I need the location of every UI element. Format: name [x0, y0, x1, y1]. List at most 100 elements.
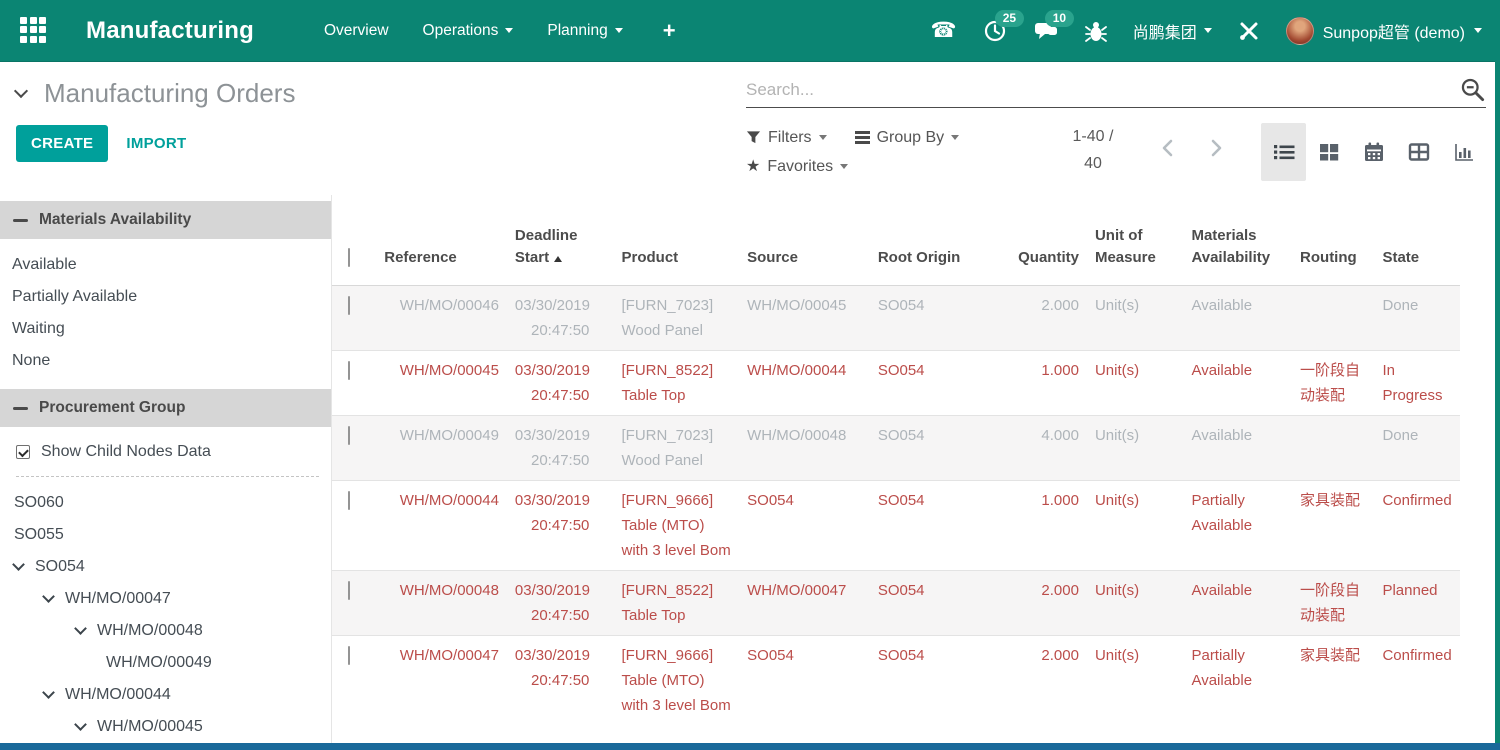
graph-view-button[interactable] — [1441, 123, 1486, 181]
cell-root-origin[interactable]: SO054 — [870, 351, 1001, 416]
user-menu[interactable]: Sunpop超管 (demo) — [1286, 17, 1482, 45]
cell-reference[interactable]: WH/MO/00047 — [376, 636, 507, 726]
table-row[interactable]: WH/MO/00045 03/30/201920:47:50 [FURN_852… — [332, 351, 1460, 416]
list-view-button[interactable] — [1261, 123, 1306, 181]
cell-product[interactable]: [FURN_7023] Wood Panel — [613, 416, 739, 481]
cell-availability[interactable]: Available — [1183, 351, 1292, 416]
cell-deadline[interactable]: 03/30/201920:47:50 — [507, 351, 614, 416]
tree-item-so054[interactable]: SO054 — [0, 551, 331, 583]
cell-root-origin[interactable]: SO054 — [870, 636, 1001, 726]
section-materials-availability[interactable]: Materials Availability — [0, 201, 331, 239]
menu-planning[interactable]: Planning — [547, 22, 622, 40]
header-uom[interactable]: Unit of Measure — [1087, 195, 1184, 286]
app-title[interactable]: Manufacturing — [86, 17, 254, 45]
tree-item-mo00048[interactable]: WH/MO/00048 — [0, 615, 331, 647]
checkbox-icon[interactable] — [348, 361, 350, 380]
header-availability[interactable]: Materials Availability — [1183, 195, 1292, 286]
cell-deadline[interactable]: 03/30/201920:47:50 — [507, 286, 614, 351]
cell-uom[interactable]: Unit(s) — [1087, 571, 1184, 636]
header-root-origin[interactable]: Root Origin — [870, 195, 1001, 286]
cell-quantity[interactable]: 2.000 — [1001, 636, 1087, 726]
menu-overview[interactable]: Overview — [324, 22, 389, 40]
chevron-down-icon[interactable] — [74, 622, 87, 635]
header-quantity[interactable]: Quantity — [1001, 195, 1087, 286]
group-by-dropdown[interactable]: Group By — [855, 129, 960, 147]
cell-availability[interactable]: Partially Available — [1183, 636, 1292, 726]
filter-partially-available[interactable]: Partially Available — [0, 281, 331, 313]
cell-availability[interactable]: Partially Available — [1183, 481, 1292, 571]
header-deadline-start[interactable]: Deadline Start — [507, 195, 614, 286]
kanban-view-button[interactable] — [1306, 123, 1351, 181]
cell-uom[interactable]: Unit(s) — [1087, 416, 1184, 481]
cell-deadline[interactable]: 03/30/201920:47:50 — [507, 481, 614, 571]
cell-quantity[interactable]: 2.000 — [1001, 286, 1087, 351]
checkbox-icon[interactable] — [348, 581, 350, 600]
table-row[interactable]: WH/MO/00048 03/30/201920:47:50 [FURN_852… — [332, 571, 1460, 636]
menu-operations[interactable]: Operations — [423, 22, 514, 40]
cell-state[interactable]: Done — [1374, 286, 1460, 351]
filter-none[interactable]: None — [0, 345, 331, 377]
cell-routing[interactable] — [1292, 286, 1374, 351]
cell-source[interactable]: WH/MO/00045 — [739, 286, 870, 351]
messages-button[interactable]: 10 — [1033, 19, 1059, 43]
search-icon[interactable] — [1459, 76, 1486, 103]
cell-quantity[interactable]: 4.000 — [1001, 416, 1087, 481]
cell-product[interactable]: [FURN_7023] Wood Panel — [613, 286, 739, 351]
cell-quantity[interactable]: 2.000 — [1001, 571, 1087, 636]
table-row[interactable]: WH/MO/00047 03/30/201920:47:50 [FURN_966… — [332, 636, 1460, 726]
chevron-down-icon[interactable] — [42, 686, 55, 699]
checkbox-icon[interactable] — [348, 426, 350, 445]
cell-reference[interactable]: WH/MO/00046 — [376, 286, 507, 351]
cell-source[interactable]: WH/MO/00047 — [739, 571, 870, 636]
cell-routing[interactable]: 一阶段自动装配 — [1292, 351, 1374, 416]
cell-state[interactable]: Confirmed — [1374, 636, 1460, 726]
apps-menu-icon[interactable] — [20, 17, 48, 45]
cell-select[interactable] — [332, 351, 376, 416]
tree-item-mo00044[interactable]: WH/MO/00044 — [0, 679, 331, 711]
header-state[interactable]: State — [1374, 195, 1460, 286]
cell-state[interactable]: In Progress — [1374, 351, 1460, 416]
cell-reference[interactable]: WH/MO/00048 — [376, 571, 507, 636]
cell-uom[interactable]: Unit(s) — [1087, 481, 1184, 571]
phone-button[interactable]: ☎ — [931, 20, 957, 41]
cell-root-origin[interactable]: SO054 — [870, 286, 1001, 351]
cell-reference[interactable]: WH/MO/00049 — [376, 416, 507, 481]
cell-product[interactable]: [FURN_9666] Table (MTO) with 3 level Bom — [613, 481, 739, 571]
header-product[interactable]: Product — [613, 195, 739, 286]
tree-item-mo00049[interactable]: WH/MO/00049 — [0, 647, 331, 679]
cell-reference[interactable]: WH/MO/00045 — [376, 351, 507, 416]
cell-source[interactable]: WH/MO/00048 — [739, 416, 870, 481]
activities-button[interactable]: 25 — [983, 19, 1007, 43]
checkbox-checked-icon[interactable] — [16, 445, 30, 459]
cell-source[interactable]: SO054 — [739, 481, 870, 571]
chevron-down-icon[interactable] — [12, 558, 25, 571]
calendar-view-button[interactable] — [1351, 123, 1396, 181]
cell-quantity[interactable]: 1.000 — [1001, 351, 1087, 416]
cell-product[interactable]: [FURN_9666] Table (MTO) with 3 level Bom — [613, 636, 739, 726]
cell-root-origin[interactable]: SO054 — [870, 571, 1001, 636]
breadcrumb-collapse-icon[interactable] — [14, 84, 28, 98]
filter-available[interactable]: Available — [0, 249, 331, 281]
cell-product[interactable]: [FURN_8522] Table Top — [613, 571, 739, 636]
cell-state[interactable]: Confirmed — [1374, 481, 1460, 571]
chevron-down-icon[interactable] — [42, 590, 55, 603]
debug-button[interactable] — [1085, 19, 1107, 43]
cell-select[interactable] — [332, 481, 376, 571]
cell-deadline[interactable]: 03/30/201920:47:50 — [507, 416, 614, 481]
cell-routing[interactable]: 家具装配 — [1292, 481, 1374, 571]
cell-reference[interactable]: WH/MO/00044 — [376, 481, 507, 571]
cell-select[interactable] — [332, 416, 376, 481]
tree-item-mo00045[interactable]: WH/MO/00045 — [0, 711, 331, 743]
cell-uom[interactable]: Unit(s) — [1087, 351, 1184, 416]
checkbox-icon[interactable] — [348, 646, 350, 665]
cell-routing[interactable] — [1292, 416, 1374, 481]
checkbox-icon[interactable] — [348, 491, 350, 510]
create-button[interactable]: CREATE — [16, 125, 108, 162]
cell-availability[interactable]: Available — [1183, 286, 1292, 351]
cell-state[interactable]: Done — [1374, 416, 1460, 481]
cell-quantity[interactable]: 1.000 — [1001, 481, 1087, 571]
header-reference[interactable]: Reference — [376, 195, 507, 286]
tree-item-so055[interactable]: SO055 — [0, 519, 331, 551]
search-input[interactable] — [746, 80, 1459, 100]
cell-select[interactable] — [332, 286, 376, 351]
